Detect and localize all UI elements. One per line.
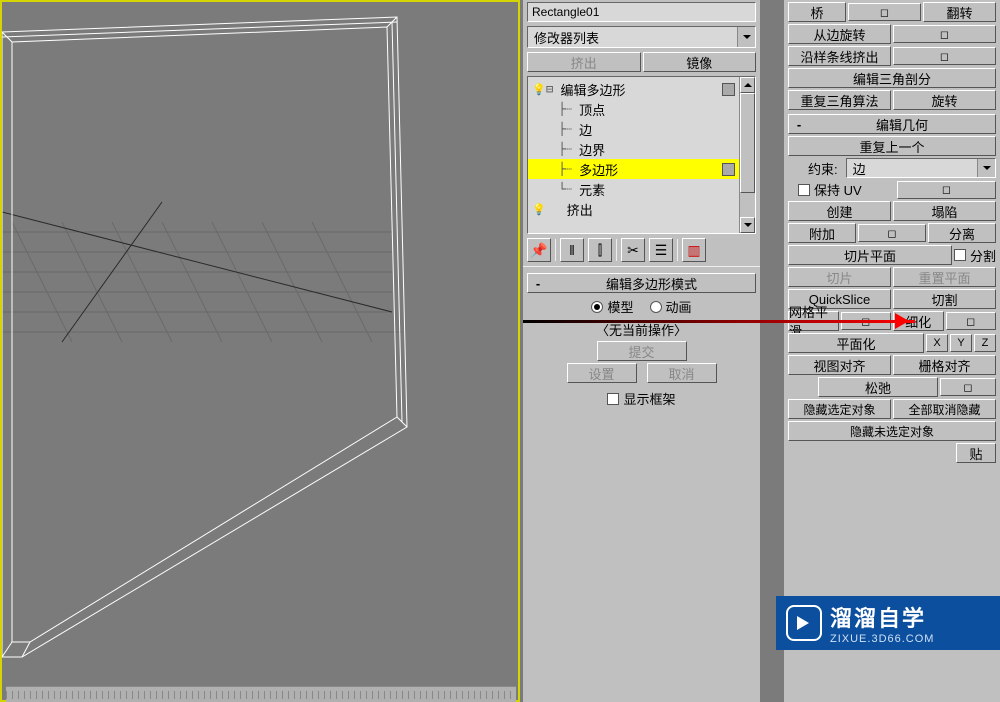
attach-button[interactable]: 附加 [788,223,856,243]
mode-model-radio[interactable]: 模型 [591,297,633,316]
tree-row-base[interactable]: 💡 挤出 [528,199,739,219]
edit-poly-mode-rollout-header[interactable]: - 编辑多边形模式 [527,273,756,293]
constraint-combo[interactable]: 边 [846,158,996,178]
scroll-up-icon[interactable] [740,77,755,93]
tree-row-edge[interactable]: ├┈ 边 [528,119,739,139]
timeline-ruler[interactable] [6,686,516,702]
scroll-thumb[interactable] [740,93,755,193]
edit-geometry-rollout-header[interactable]: - 编辑几何 [788,114,996,134]
create-button[interactable]: 创建 [788,201,891,221]
grid-align-button[interactable]: 栅格对齐 [893,355,996,375]
view-align-button[interactable]: 视图对齐 [788,355,891,375]
chevron-down-icon[interactable] [977,159,995,177]
slice-button[interactable]: 切片 [788,267,891,287]
subobj-box-icon[interactable] [722,163,735,176]
planarize-y-button[interactable]: Y [950,334,972,352]
play-icon [786,605,822,641]
pin-stack-button[interactable]: 📌 [527,238,551,262]
mirror-button[interactable]: 镜像 [643,52,757,72]
watermark-title: 溜溜自学 [830,601,934,633]
chevron-down-icon[interactable] [737,27,755,47]
cut-button[interactable]: 切割 [893,289,996,309]
settings-button[interactable]: 设置 [567,363,637,383]
relax-button[interactable]: 松弛 [818,377,938,397]
hide-unselected-button[interactable]: 隐藏未选定对象 [788,421,996,441]
mode-animate-radio[interactable]: 动画 [650,297,692,316]
collapse-button[interactable]: 塌陷 [893,201,996,221]
slice-plane-button[interactable]: 切片平面 [788,245,952,265]
attach-settings-button[interactable]: ◻ [858,224,926,242]
bridge-button[interactable]: 桥 [788,2,846,22]
constraint-label: 约束: [788,159,838,178]
retriangulate-button[interactable]: 重复三角算法 [788,90,891,110]
unhide-all-button[interactable]: 全部取消隐藏 [893,399,996,419]
paste-button[interactable]: 贴 [956,443,996,463]
preserve-uv-settings-button[interactable]: ◻ [897,181,996,199]
modifier-panel: Rectangle01 修改器列表 挤出 镜像 💡 ⊟ 编辑多边形 ├┈ 顶点 … [523,0,760,702]
modifier-stack-tree[interactable]: 💡 ⊟ 编辑多边形 ├┈ 顶点 ├┈ 边 ├┈ 边界 ├┈ 多边形 [527,76,756,234]
relax-settings-button[interactable]: ◻ [940,378,996,396]
commit-button[interactable]: 提交 [597,341,687,361]
planarize-x-button[interactable]: X [926,334,948,352]
extrude-spline-settings-button[interactable]: ◻ [893,47,996,65]
combo-text: 修改器列表 [528,28,737,47]
configure-sets-button[interactable]: ▥ [682,238,706,262]
spin-edge-settings-button[interactable]: ◻ [893,25,996,43]
planarize-z-button[interactable]: Z [974,334,996,352]
object-name-field[interactable]: Rectangle01 [527,2,756,22]
tree-row-vertex[interactable]: ├┈ 顶点 [528,99,739,119]
tree-scrollbar[interactable] [739,77,755,233]
lightbulb-icon[interactable]: 💡 [532,83,546,96]
wireframe-drawing [2,2,518,700]
watermark-badge: 溜溜自学 ZIXUE.3D66.COM [776,596,1000,650]
subobj-box-icon[interactable] [722,83,735,96]
tessellate-settings-button[interactable]: ◻ [946,312,997,330]
remove-modifier-button[interactable]: ✂ [621,238,645,262]
hide-selected-button[interactable]: 隐藏选定对象 [788,399,891,419]
tree-row-edit-poly[interactable]: 💡 ⊟ 编辑多边形 [528,79,739,99]
annotation-arrow [523,320,915,323]
modifier-list-combo[interactable]: 修改器列表 [527,26,756,48]
watermark-url: ZIXUE.3D66.COM [830,633,934,645]
rotate-button[interactable]: 旋转 [893,90,996,110]
show-cage-checkbox[interactable]: 显示框架 [607,389,675,408]
show-end-result-button[interactable]: ‖ [560,238,584,262]
repeat-last-button[interactable]: 重复上一个 [788,136,996,156]
stack-toolbar: 📌 ‖ ⫿ ✂ ☰ ▥ [527,238,756,262]
split-checkbox[interactable]: 分割 [954,246,996,265]
scroll-down-icon[interactable] [740,217,755,233]
preserve-uv-checkbox[interactable]: 保持 UV [788,180,895,199]
detach-button[interactable]: 分离 [928,223,996,243]
cancel-button[interactable]: 取消 [647,363,717,383]
extrude-button[interactable]: 挤出 [527,52,641,72]
viewport-3d[interactable] [0,0,520,702]
object-name-text: Rectangle01 [532,5,599,19]
edit-tri-button[interactable]: 编辑三角剖分 [788,68,996,88]
reset-plane-button[interactable]: 重置平面 [893,267,996,287]
make-unique-button[interactable]: ⫿ [588,238,612,262]
extrude-spline-button[interactable]: 沿样条线挤出 [788,46,891,66]
spin-edge-button[interactable]: 从边旋转 [788,24,891,44]
tree-row-border[interactable]: ├┈ 边界 [528,139,739,159]
minus-icon: - [528,276,548,291]
bridge-settings-button[interactable]: ◻ [848,3,921,21]
minus-icon: - [789,117,809,132]
lightbulb-icon[interactable]: 💡 [532,203,546,216]
flip-button[interactable]: 翻转 [923,2,996,22]
planarize-button[interactable]: 平面化 [788,333,924,353]
tree-row-polygon[interactable]: ├┈ 多边形 [528,159,739,179]
tree-row-element[interactable]: └┈ 元素 [528,179,739,199]
configure-button[interactable]: ☰ [649,238,673,262]
